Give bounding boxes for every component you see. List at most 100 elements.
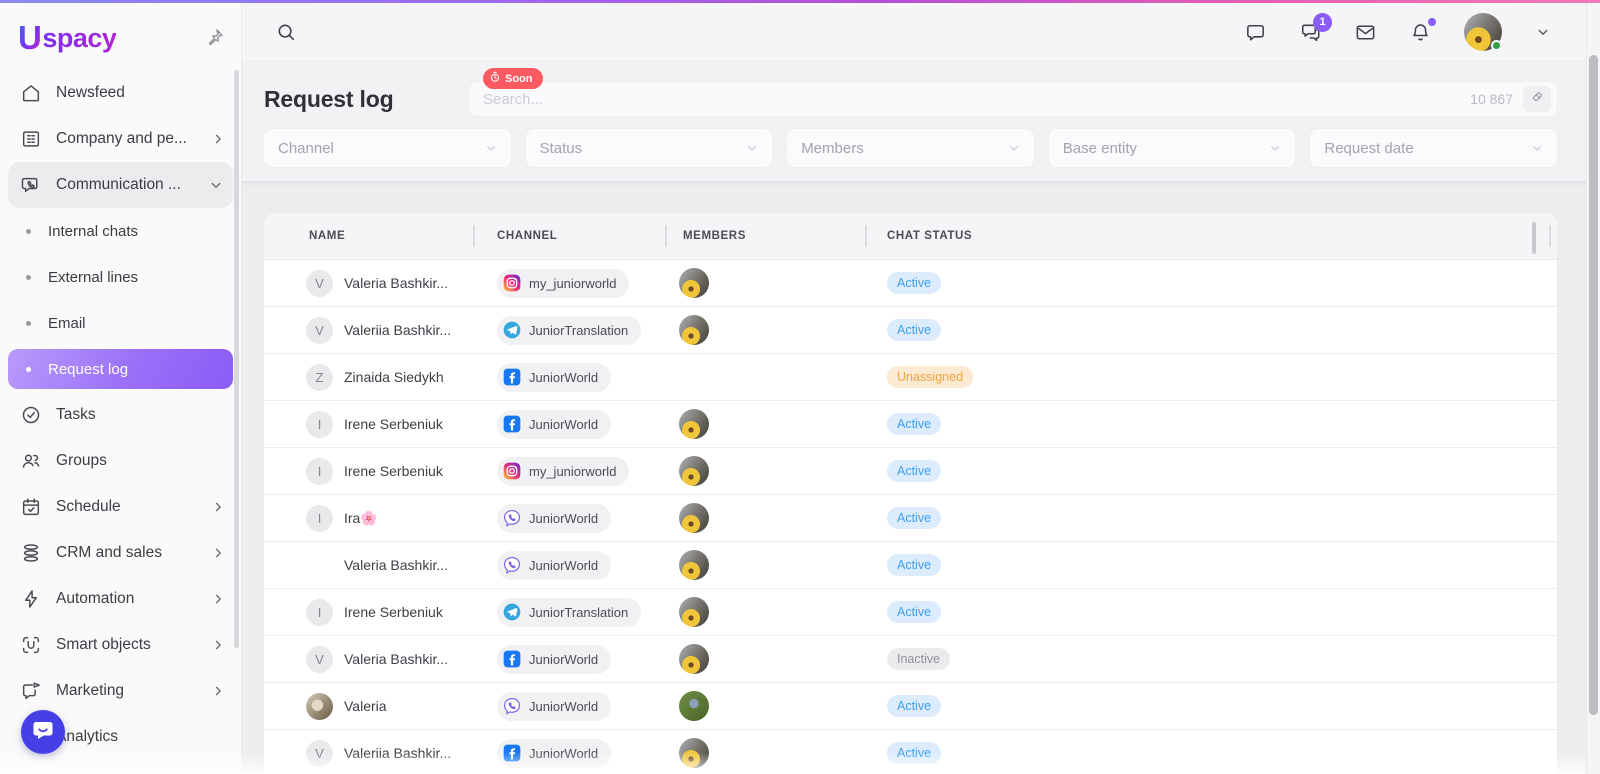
column-header-chat-status[interactable]: Chat status <box>865 213 1557 259</box>
sidebar-item-label: Email <box>48 315 86 332</box>
chevron-right-icon <box>209 682 227 700</box>
contact-avatar: V <box>306 740 333 767</box>
table-body: VValeria Bashkir...my_juniorworldActiveV… <box>264 260 1557 774</box>
table-row[interactable]: Valeria Bashkir...JuniorWorldActive <box>264 542 1557 589</box>
member-avatar <box>679 738 709 768</box>
chevron-right-icon <box>209 636 227 654</box>
notifications-button[interactable] <box>1409 21 1432 44</box>
messenger-button[interactable]: 1 <box>1299 21 1322 44</box>
chat-status-cell: Active <box>865 272 1557 294</box>
contact-name: Valeriia Bashkir... <box>344 322 459 338</box>
table-row[interactable]: VValeriia Bashkir...JuniorWorldActive <box>264 730 1557 774</box>
sidebar-item-smart-objects[interactable]: Smart objects <box>0 622 241 668</box>
viber-icon <box>502 555 522 575</box>
chevron-down-icon <box>744 140 760 156</box>
chat-status-cell: Unassigned <box>865 366 1557 388</box>
column-header-channel[interactable]: Channel <box>473 213 665 259</box>
channel-pill: JuniorTranslation <box>497 598 641 627</box>
search-input[interactable] <box>483 91 1470 108</box>
clear-search-button[interactable] <box>1523 86 1551 112</box>
sidebar-item-newsfeed[interactable]: Newsfeed <box>0 70 241 116</box>
sidebar: Uspacy NewsfeedCompany and pe... Communic… <box>0 0 242 774</box>
table-row[interactable]: IIrene SerbeniukJuniorWorldActive <box>264 401 1557 448</box>
sidebar-item-tasks[interactable]: Tasks <box>0 392 241 438</box>
sidebar-item-communication[interactable]: Communication ... <box>8 162 233 208</box>
table-row[interactable]: IIrene Serbeniukmy_juniorworldActive <box>264 448 1557 495</box>
channel-handle: JuniorWorld <box>529 652 598 667</box>
sidebar-item-groups[interactable]: Groups <box>0 438 241 484</box>
content-area: Request log Soon 10 867 ChannelStatusMem… <box>242 62 1600 774</box>
sidebar-item-automation[interactable]: Automation <box>0 576 241 622</box>
mail-button[interactable] <box>1354 21 1377 44</box>
filter-label: Base entity <box>1063 140 1137 157</box>
members-cell <box>665 409 865 439</box>
contact-avatar: V <box>306 317 333 344</box>
chevron-down-icon <box>1534 28 1552 45</box>
bullet-dot <box>26 275 31 280</box>
comments-button[interactable] <box>1244 21 1267 44</box>
table-row[interactable]: VValeriia Bashkir...JuniorTranslationAct… <box>264 307 1557 354</box>
members-cell <box>665 550 865 580</box>
filter-status[interactable]: Status <box>526 129 773 167</box>
logo-text: spacy <box>42 23 116 54</box>
filter-label: Members <box>801 140 864 157</box>
groups-icon <box>20 450 42 472</box>
contact-avatar: I <box>306 599 333 626</box>
channel-cell: JuniorTranslation <box>473 598 665 627</box>
channel-handle: JuniorWorld <box>529 699 598 714</box>
table-row[interactable]: VValeria Bashkir...JuniorWorldInactive <box>264 636 1557 683</box>
name-cell: V Valeria Bashkir... <box>264 270 473 297</box>
channel-cell: JuniorWorld <box>473 363 665 392</box>
sidebar-item-marketing[interactable]: Marketing <box>0 668 241 714</box>
facebook-icon <box>502 649 522 669</box>
sidebar-item-internal-chats[interactable]: Internal chats <box>0 208 241 254</box>
sidebar-item-external-lines[interactable]: External lines <box>0 254 241 300</box>
contact-avatar: V <box>306 270 333 297</box>
chevron-right-icon <box>209 590 227 608</box>
table-row[interactable]: VValeria Bashkir...my_juniorworldActive <box>264 260 1557 307</box>
table-row[interactable]: IIrene SerbeniukJuniorTranslationActive <box>264 589 1557 636</box>
column-header-name[interactable]: Name <box>264 213 473 259</box>
home-icon <box>20 82 42 104</box>
name-cell: IIra🌸 <box>264 505 473 532</box>
column-header-members[interactable]: Members <box>665 213 865 259</box>
sidebar-nav: NewsfeedCompany and pe... Communication .… <box>0 70 241 760</box>
contact-name: Valeriia Bashkir... <box>344 745 459 761</box>
sidebar-item-company-and-pe[interactable]: Company and pe... <box>0 116 241 162</box>
member-avatar <box>679 409 709 439</box>
sidebar-item-request-log[interactable]: Request log <box>8 349 233 389</box>
sidebar-item-label: Tasks <box>56 406 96 424</box>
filter-request-date[interactable]: Request date <box>1310 129 1557 167</box>
filter-channel[interactable]: Channel <box>264 129 511 167</box>
sidebar-scrollbar-thumb[interactable] <box>234 70 239 648</box>
table-row[interactable]: ValeriaJuniorWorldActive <box>264 683 1557 730</box>
page-scrollbar-thumb[interactable] <box>1589 55 1598 715</box>
support-chat-button[interactable] <box>21 710 65 754</box>
sidebar-item-schedule[interactable]: Schedule <box>0 484 241 530</box>
channel-pill: JuniorWorld <box>497 504 611 533</box>
name-cell: VValeria Bashkir... <box>264 646 473 673</box>
channel-pill: JuniorWorld <box>497 363 611 392</box>
filter-label: Request date <box>1324 140 1413 157</box>
pin-sidebar-button[interactable] <box>205 27 227 49</box>
profile-menu-chevron[interactable] <box>1534 23 1552 41</box>
marketing-icon <box>20 680 42 702</box>
table-scrollbar-thumb[interactable] <box>1532 222 1536 254</box>
table-row[interactable]: IIra🌸JuniorWorldActive <box>264 495 1557 542</box>
sidebar-item-label: Marketing <box>56 682 124 700</box>
page-scrollbar[interactable] <box>1586 3 1600 774</box>
filter-base-entity[interactable]: Base entity <box>1049 129 1296 167</box>
sidebar-item-email[interactable]: Email <box>0 300 241 346</box>
sidebar-item-crm-and-sales[interactable]: CRM and sales <box>0 530 241 576</box>
sidebar-item-label: Communication ... <box>56 176 181 194</box>
global-search-button[interactable] <box>275 21 297 43</box>
status-badge: Active <box>887 695 941 717</box>
channel-handle: JuniorWorld <box>529 417 598 432</box>
filter-members[interactable]: Members <box>787 129 1034 167</box>
member-avatar <box>679 550 709 580</box>
table-row[interactable]: ZZinaida SiedykhJuniorWorldUnassigned <box>264 354 1557 401</box>
contact-name: Valeria Bashkir... <box>344 275 456 291</box>
user-avatar[interactable] <box>1464 13 1502 51</box>
instagram-icon <box>502 273 522 293</box>
uspacy-logo[interactable]: Uspacy <box>18 19 116 57</box>
